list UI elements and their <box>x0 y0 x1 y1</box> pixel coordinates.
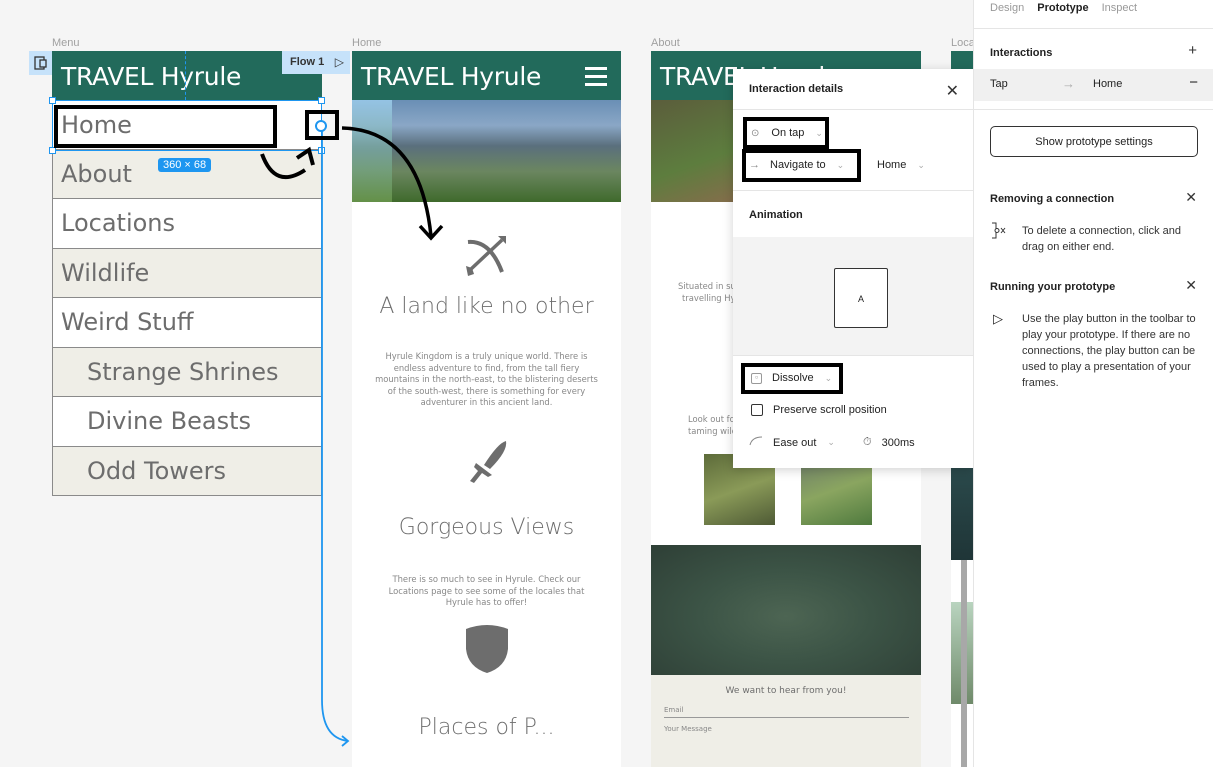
tab-prototype[interactable]: Prototype <box>1037 2 1088 14</box>
tip-text-remove-connection: To delete a connection, click and drag o… <box>1022 225 1181 253</box>
preview-frame: A <box>834 268 888 328</box>
chevron-down-icon: ⌄ <box>827 437 835 447</box>
animation-heading: Animation <box>749 209 803 221</box>
play-icon: ▷ <box>993 311 1003 326</box>
interaction-trigger: Tap <box>990 78 1008 90</box>
chevron-down-icon: ⌄ <box>917 159 925 170</box>
easing-dropdown[interactable]: Ease out ⌄ <box>749 436 835 449</box>
ease-curve-icon <box>749 436 763 449</box>
close-icon[interactable]: ✕ <box>1185 189 1197 206</box>
annotation-box-trigger <box>743 117 829 149</box>
animation-preview: A <box>733 237 973 356</box>
tab-inspect[interactable]: Inspect <box>1102 2 1137 14</box>
connection-icon <box>990 222 1010 243</box>
annotation-box-node <box>305 110 339 140</box>
duration-field[interactable]: ⏱ 300ms <box>863 436 915 449</box>
add-interaction-button[interactable]: + <box>1188 42 1197 59</box>
preserve-scroll-option[interactable]: Preserve scroll position <box>751 404 887 416</box>
properties-panel: Design Prototype Inspect Interactions + … <box>973 0 1213 767</box>
annotation-box-home <box>54 105 277 148</box>
tip-title-remove-connection: Removing a connection <box>990 193 1115 205</box>
close-icon[interactable]: ✕ <box>946 81 959 101</box>
prototype-connection-line <box>321 126 349 742</box>
interactions-heading: Interactions <box>990 47 1053 59</box>
panel-tabs: Design Prototype Inspect <box>990 2 1137 14</box>
popover-title: Interaction details <box>749 83 844 95</box>
preserve-scroll-checkbox[interactable] <box>751 404 763 416</box>
tip-text-running-prototype: Use the play button in the toolbar to pl… <box>1022 313 1196 389</box>
interaction-item[interactable]: Tap → Home − <box>974 69 1213 101</box>
tab-design[interactable]: Design <box>990 2 1024 14</box>
annotation-box-animation <box>741 363 843 394</box>
interaction-destination: Home <box>1093 78 1123 90</box>
remove-interaction-button[interactable]: − <box>1189 74 1198 91</box>
tip-title-running-prototype: Running your prototype <box>990 281 1116 293</box>
annotation-box-action <box>742 149 861 182</box>
timer-icon: ⏱ <box>863 436 872 448</box>
show-prototype-settings-button[interactable]: Show prototype settings <box>990 126 1198 157</box>
destination-dropdown[interactable]: Home ⌄ <box>877 159 925 171</box>
close-icon[interactable]: ✕ <box>1185 277 1197 294</box>
arrow-right-icon: → <box>1062 76 1075 91</box>
